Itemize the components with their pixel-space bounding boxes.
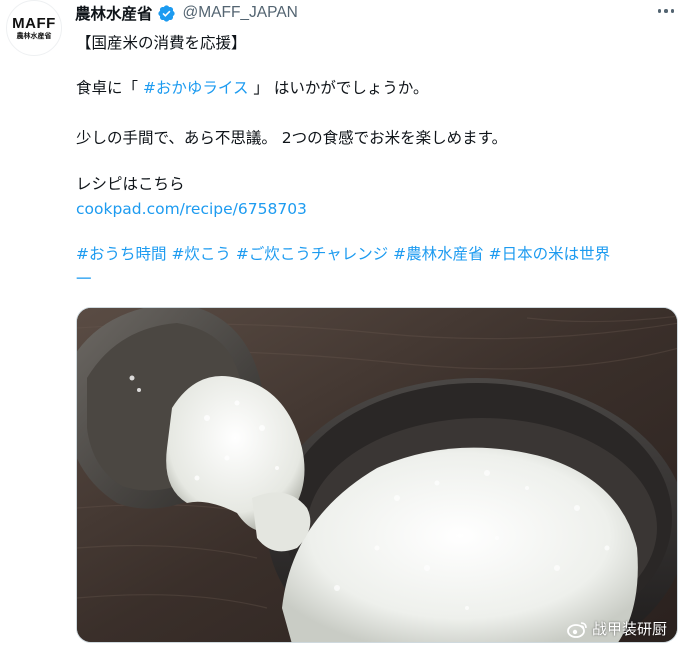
- verified-badge-icon: [157, 4, 175, 22]
- tweet-header: 農林水産省 @MAFF_JAPAN: [75, 2, 675, 24]
- tweet-line-2-suffix: 」 はいかがでしょうか。: [248, 79, 429, 97]
- hashtag-ouchi-jikan[interactable]: #おうち時間: [76, 245, 167, 263]
- display-name[interactable]: 農林水産省: [75, 2, 153, 24]
- hashtag-takou[interactable]: #炊こう: [171, 245, 231, 263]
- weibo-icon: [567, 621, 587, 638]
- avatar-logo-sub: 農林水産省: [16, 31, 52, 40]
- watermark: 战甲装研厨: [567, 618, 667, 639]
- tweet-line-1: 【国産米の消費を応援】: [76, 34, 247, 52]
- tweet-line-2: 食卓に「 #おかゆライス 」 はいかがでしょうか。: [76, 77, 429, 99]
- hashtag-continuation[interactable]: 一: [76, 268, 92, 290]
- avatar-logo-main: MAFF: [12, 14, 56, 32]
- watermark-text: 战甲装研厨: [591, 620, 667, 638]
- hashtag-maff[interactable]: #農林水産省: [393, 245, 484, 263]
- hashtag-okayu-rice[interactable]: #おかゆライス: [143, 79, 249, 97]
- handle[interactable]: @MAFF_JAPAN: [183, 4, 298, 22]
- hashtag-nihon-no-kome[interactable]: #日本の米は世界: [489, 245, 611, 263]
- avatar[interactable]: MAFF 農林水産省: [6, 0, 62, 56]
- more-options-icon[interactable]: [657, 4, 674, 18]
- tweet-line-3: 少しの手間で、あら不思議。 2つの食感でお米を楽しめます。: [76, 129, 508, 147]
- rice-bowl-photo: [77, 308, 677, 642]
- recipe-link[interactable]: cookpad.com/recipe/6758703: [76, 198, 307, 220]
- hashtag-gotakou-challenge[interactable]: #ご炊こうチャレンジ: [236, 245, 388, 263]
- tweet-photo[interactable]: 战甲装研厨: [76, 307, 678, 643]
- tweet-line-2-prefix: 食卓に「: [76, 79, 143, 97]
- tweet-line-4: レシピはこちら: [76, 175, 185, 193]
- hashtag-row: #おうち時間 #炊こう #ご炊こうチャレンジ #農林水産省 #日本の米は世界: [76, 243, 610, 265]
